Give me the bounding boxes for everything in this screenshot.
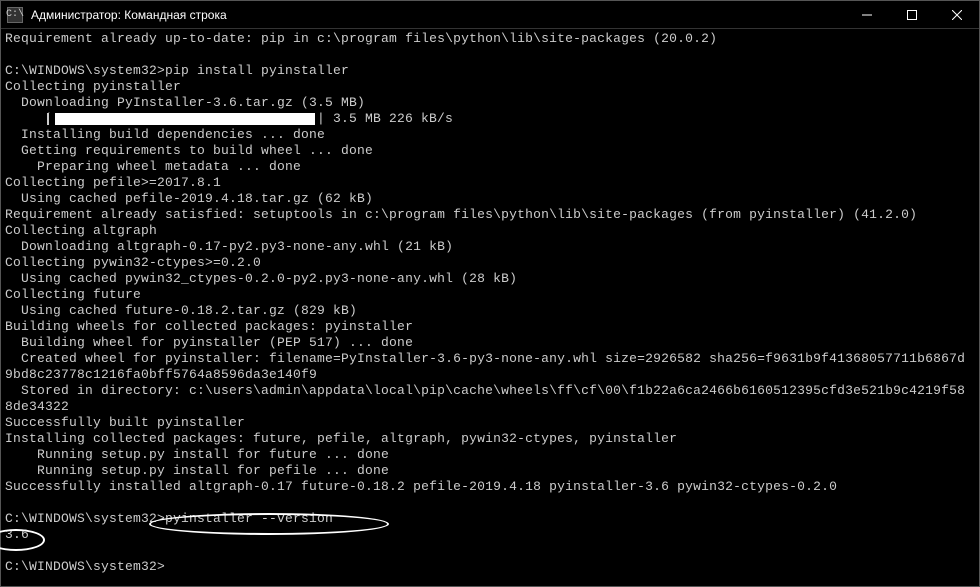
minimize-button[interactable] bbox=[844, 1, 889, 28]
terminal-line: Collecting pyinstaller bbox=[5, 79, 975, 95]
terminal-line bbox=[5, 543, 975, 559]
maximize-icon bbox=[907, 10, 917, 20]
window-controls bbox=[844, 1, 979, 28]
terminal-line: Created wheel for pyinstaller: filename=… bbox=[5, 351, 975, 367]
terminal-line: Using cached pywin32_ctypes-0.2.0-py2.py… bbox=[5, 271, 975, 287]
terminal-line: Using cached pefile-2019.4.18.tar.gz (62… bbox=[5, 191, 975, 207]
close-icon bbox=[952, 10, 962, 20]
window-titlebar: C:\ Администратор: Командная строка bbox=[1, 1, 979, 29]
terminal-line bbox=[5, 495, 975, 511]
terminal-line: Getting requirements to build wheel ... … bbox=[5, 143, 975, 159]
terminal-line: Collecting pefile>=2017.8.1 bbox=[5, 175, 975, 191]
terminal-line: Building wheels for collected packages: … bbox=[5, 319, 975, 335]
minimize-icon bbox=[862, 10, 872, 20]
terminal-line: Building wheel for pyinstaller (PEP 517)… bbox=[5, 335, 975, 351]
terminal-line: Downloading altgraph-0.17-py2.py3-none-a… bbox=[5, 239, 975, 255]
maximize-button[interactable] bbox=[889, 1, 934, 28]
progress-line: || 3.5 MB 226 kB/s bbox=[5, 111, 975, 127]
terminal-line: Requirement already satisfied: setuptool… bbox=[5, 207, 975, 223]
progress-text: | 3.5 MB 226 kB/s bbox=[317, 111, 453, 127]
terminal-line: C:\WINDOWS\system32>pip install pyinstal… bbox=[5, 63, 975, 79]
terminal-line: Collecting pywin32-ctypes>=0.2.0 bbox=[5, 255, 975, 271]
terminal-line: Successfully installed altgraph-0.17 fut… bbox=[5, 479, 975, 495]
terminal-line: Stored in directory: c:\users\admin\appd… bbox=[5, 383, 975, 399]
terminal-line: Requirement already up-to-date: pip in c… bbox=[5, 31, 975, 47]
terminal-line: Preparing wheel metadata ... done bbox=[5, 159, 975, 175]
terminal-line: Installing build dependencies ... done bbox=[5, 127, 975, 143]
terminal-line: Collecting altgraph bbox=[5, 223, 975, 239]
terminal-line: Using cached future-0.18.2.tar.gz (829 k… bbox=[5, 303, 975, 319]
progress-bar bbox=[55, 113, 315, 125]
terminal-line: Collecting future bbox=[5, 287, 975, 303]
app-icon: C:\ bbox=[7, 7, 23, 23]
terminal-line: 8de34322 bbox=[5, 399, 975, 415]
terminal-output[interactable]: Requirement already up-to-date: pip in c… bbox=[1, 29, 979, 577]
terminal-line: Successfully built pyinstaller bbox=[5, 415, 975, 431]
terminal-line: Running setup.py install for pefile ... … bbox=[5, 463, 975, 479]
terminal-line: Running setup.py install for future ... … bbox=[5, 447, 975, 463]
window-title: Администратор: Командная строка bbox=[29, 8, 844, 22]
terminal-line: C:\WINDOWS\system32> bbox=[5, 559, 975, 575]
close-button[interactable] bbox=[934, 1, 979, 28]
terminal-line: C:\WINDOWS\system32>pyinstaller --versio… bbox=[5, 511, 975, 527]
terminal-line bbox=[5, 47, 975, 63]
terminal-line: 3.6 bbox=[5, 527, 975, 543]
terminal-line: Installing collected packages: future, p… bbox=[5, 431, 975, 447]
terminal-line: Downloading PyInstaller-3.6.tar.gz (3.5 … bbox=[5, 95, 975, 111]
terminal-line: 9bd8c23778c1216fa0bff5764a8596da3e140f9 bbox=[5, 367, 975, 383]
